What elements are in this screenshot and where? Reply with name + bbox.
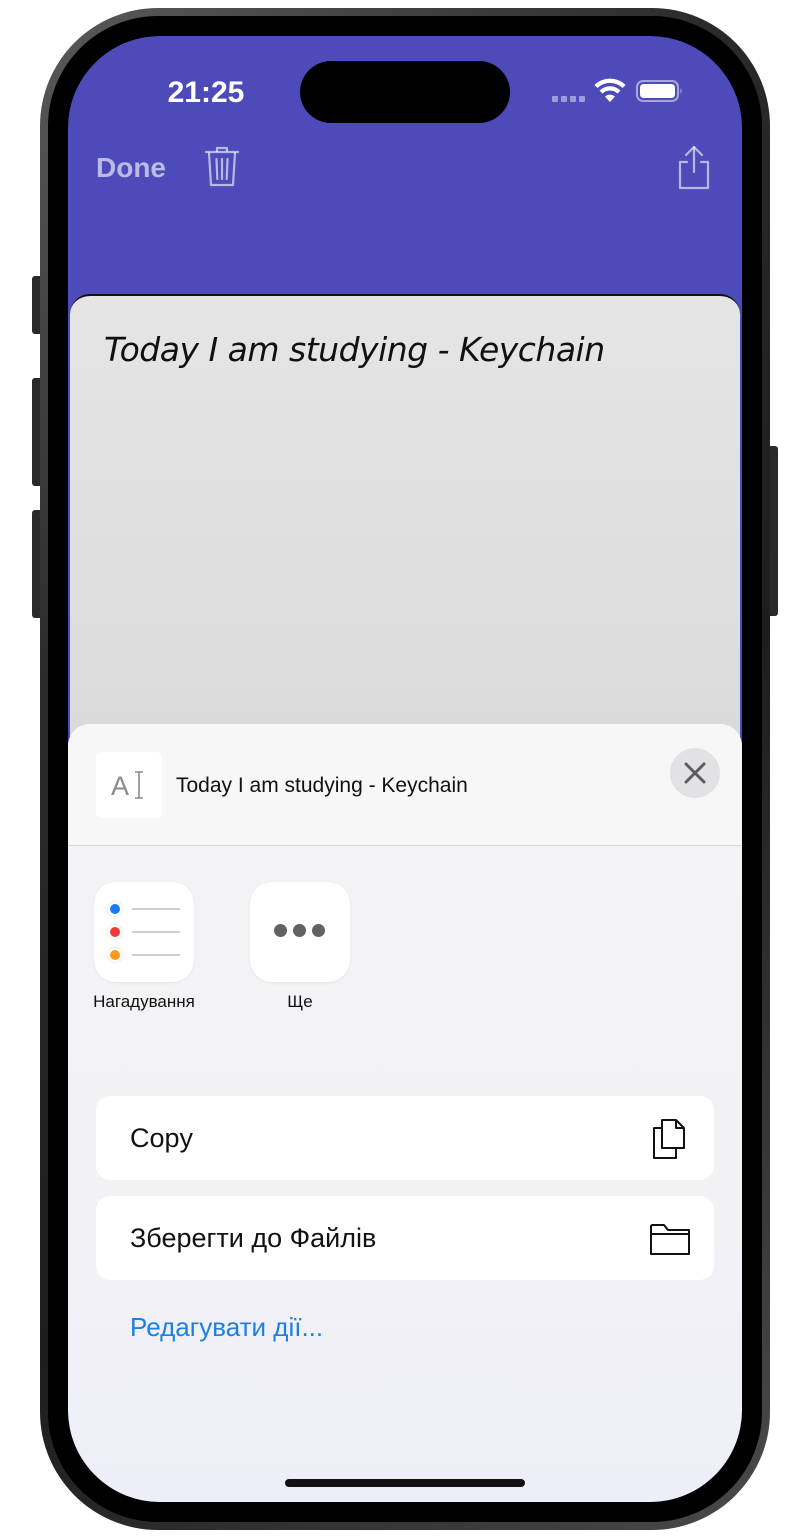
phone-screen: 21:25 Done Today I am studying - Keychai… [68, 36, 742, 1502]
reminders-app-button[interactable] [94, 882, 194, 982]
close-icon [684, 762, 706, 784]
folder-icon [650, 1224, 690, 1255]
edit-actions-link[interactable]: Редагувати дії... [130, 1312, 323, 1343]
reminders-app-label: Нагадування [93, 992, 195, 1011]
wifi-icon [594, 78, 626, 102]
share-preview-title: Today I am studying - Keychain [176, 774, 468, 797]
copy-action[interactable]: Copy [96, 1096, 714, 1180]
done-button[interactable]: Done [96, 152, 166, 184]
share-icon[interactable] [676, 144, 712, 190]
close-button[interactable] [670, 748, 720, 798]
note-title: Today I am studying - Keychain [104, 330, 605, 369]
save-to-files-label: Зберегти до Файлів [130, 1223, 377, 1253]
copy-action-label: Copy [130, 1123, 194, 1153]
more-apps-label: Ще [287, 992, 313, 1011]
more-icon [274, 924, 325, 937]
save-to-files-action[interactable]: Зберегти до Файлів [96, 1196, 714, 1280]
share-sheet-header: A Today I am studying - Keychain [68, 724, 742, 846]
share-sheet: A Today I am studying - Keychain Нагадув… [68, 724, 742, 1502]
text-document-icon: A [96, 752, 162, 818]
home-indicator[interactable] [285, 1479, 525, 1487]
cellular-signal-icon [552, 96, 585, 102]
trash-icon[interactable] [204, 146, 240, 188]
more-apps-button[interactable] [250, 882, 350, 982]
dynamic-island [300, 61, 510, 123]
battery-icon [636, 80, 682, 102]
copy-icon [653, 1119, 685, 1159]
svg-text:A: A [111, 771, 129, 801]
status-time: 21:25 [167, 76, 245, 109]
